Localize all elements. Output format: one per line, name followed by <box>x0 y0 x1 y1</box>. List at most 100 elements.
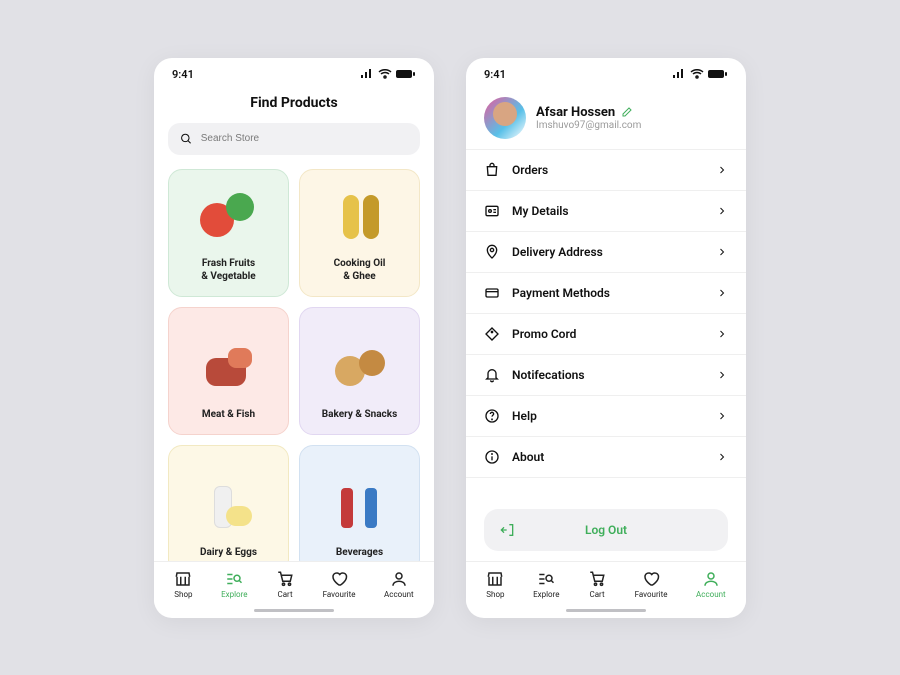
nav-label: Cart <box>277 590 292 599</box>
search-input[interactable] <box>201 133 408 144</box>
bell-icon <box>484 367 500 383</box>
signal-icon <box>360 69 374 79</box>
nav-label: Favourite <box>323 590 356 599</box>
logout-label: Log Out <box>585 523 627 537</box>
account-icon <box>702 570 720 588</box>
orders-icon <box>484 162 500 178</box>
category-grid: Frash Fruits & Vegetable Cooking Oil & G… <box>154 169 434 561</box>
nav-label: Explore <box>533 590 559 599</box>
nav-label: Explore <box>221 590 247 599</box>
category-label: Bakery & Snacks <box>322 408 398 422</box>
profile-name-row: Afsar Hossen <box>536 105 641 120</box>
menu-label: Delivery Address <box>512 245 704 259</box>
home-indicator <box>254 609 334 612</box>
menu-payment-methods[interactable]: Payment Methods <box>466 272 746 313</box>
nav-shop[interactable]: Shop <box>174 570 192 599</box>
signal-icon <box>672 69 686 79</box>
category-bakery-snacks[interactable]: Bakery & Snacks <box>299 307 420 435</box>
menu-label: My Details <box>512 204 704 218</box>
status-indicators <box>672 69 728 79</box>
menu-label: About <box>512 450 704 464</box>
category-dairy-eggs[interactable]: Dairy & Eggs <box>168 445 289 561</box>
location-icon <box>484 244 500 260</box>
menu-label: Help <box>512 409 704 423</box>
profile-email: Imshuvo97@gmail.com <box>536 120 641 131</box>
category-fruits-vegetable[interactable]: Frash Fruits & Vegetable <box>168 169 289 297</box>
category-meat-fish[interactable]: Meat & Fish <box>168 307 289 435</box>
details-icon <box>484 203 500 219</box>
status-time: 9:41 <box>172 68 194 81</box>
menu-delivery-address[interactable]: Delivery Address <box>466 231 746 272</box>
search-bar[interactable] <box>168 123 420 155</box>
menu-about[interactable]: About <box>466 436 746 478</box>
explore-icon <box>225 570 243 588</box>
category-image <box>194 187 264 247</box>
chevron-right-icon <box>716 246 728 258</box>
menu-label: Promo Cord <box>512 327 704 341</box>
card-icon <box>484 285 500 301</box>
nav-explore[interactable]: Explore <box>221 570 247 599</box>
nav-cart[interactable]: Cart <box>588 570 606 599</box>
account-icon <box>390 570 408 588</box>
phone-explore: 9:41 Find Products Frash Fruits & Vegeta… <box>154 58 434 618</box>
heart-icon <box>642 570 660 588</box>
ticket-icon <box>484 326 500 342</box>
status-bar: 9:41 <box>154 58 434 81</box>
profile-header: Afsar Hossen Imshuvo97@gmail.com <box>466 81 746 149</box>
status-time: 9:41 <box>484 68 506 81</box>
nav-account[interactable]: Account <box>696 570 726 599</box>
account-menu: Orders My Details Delivery Address Payme… <box>466 149 746 491</box>
status-indicators <box>360 69 416 79</box>
chevron-right-icon <box>716 410 728 422</box>
category-label: Beverages <box>336 546 383 560</box>
category-beverages[interactable]: Beverages <box>299 445 420 561</box>
category-image <box>325 187 395 247</box>
status-bar: 9:41 <box>466 58 746 81</box>
cart-icon <box>276 570 294 588</box>
shop-icon <box>486 570 504 588</box>
heart-icon <box>330 570 348 588</box>
chevron-right-icon <box>716 369 728 381</box>
menu-promo-code[interactable]: Promo Cord <box>466 313 746 354</box>
menu-my-details[interactable]: My Details <box>466 190 746 231</box>
info-icon <box>484 449 500 465</box>
wifi-icon <box>378 69 392 79</box>
chevron-right-icon <box>716 205 728 217</box>
nav-shop[interactable]: Shop <box>486 570 504 599</box>
edit-icon[interactable] <box>621 106 633 118</box>
menu-help[interactable]: Help <box>466 395 746 436</box>
nav-explore[interactable]: Explore <box>533 570 559 599</box>
search-icon <box>180 132 193 146</box>
nav-label: Account <box>696 590 726 599</box>
nav-favourite[interactable]: Favourite <box>635 570 668 599</box>
category-image <box>325 476 395 536</box>
menu-orders[interactable]: Orders <box>466 149 746 190</box>
category-label: Dairy & Eggs <box>200 546 257 560</box>
category-label: Cooking Oil & Ghee <box>334 257 386 284</box>
logout-button[interactable]: Log Out <box>484 509 728 551</box>
wifi-icon <box>690 69 704 79</box>
battery-icon <box>396 69 416 79</box>
chevron-right-icon <box>716 287 728 299</box>
chevron-right-icon <box>716 451 728 463</box>
category-cooking-oil[interactable]: Cooking Oil & Ghee <box>299 169 420 297</box>
category-image <box>194 476 264 536</box>
category-image <box>325 338 395 398</box>
profile-name: Afsar Hossen <box>536 105 615 120</box>
nav-account[interactable]: Account <box>384 570 414 599</box>
menu-label: Orders <box>512 163 704 177</box>
help-icon <box>484 408 500 424</box>
menu-label: Notifecations <box>512 368 704 382</box>
nav-favourite[interactable]: Favourite <box>323 570 356 599</box>
avatar[interactable] <box>484 97 526 139</box>
category-label: Frash Fruits & Vegetable <box>201 257 255 284</box>
nav-label: Shop <box>174 590 192 599</box>
menu-notifications[interactable]: Notifecations <box>466 354 746 395</box>
shop-icon <box>174 570 192 588</box>
explore-icon <box>537 570 555 588</box>
nav-cart[interactable]: Cart <box>276 570 294 599</box>
nav-label: Cart <box>589 590 604 599</box>
category-image <box>194 338 264 398</box>
category-label: Meat & Fish <box>202 408 255 422</box>
cart-icon <box>588 570 606 588</box>
